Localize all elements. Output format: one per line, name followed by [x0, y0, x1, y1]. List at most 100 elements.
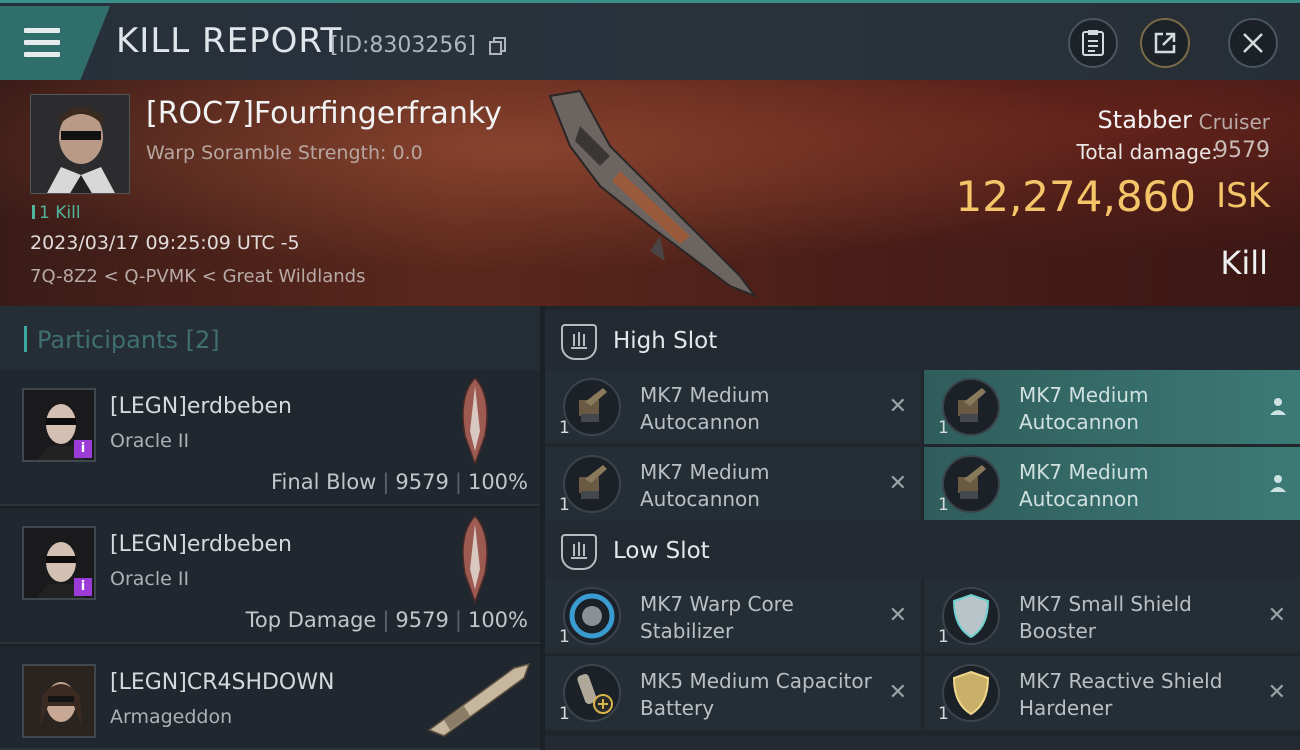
destroyed-x-icon: ✕	[888, 680, 907, 705]
destroyed-x-icon: ✕	[888, 603, 907, 628]
low-slot-title: Low Slot	[613, 538, 710, 564]
low-slot-icon	[561, 534, 597, 570]
module-name: MK7 Reactive Shield Hardener	[1019, 669, 1223, 720]
participant-ship: Oracle II	[110, 568, 190, 590]
participant-avatar[interactable]: i	[22, 388, 96, 462]
high-slot-header: High Slot	[545, 310, 1300, 370]
module-item[interactable]: 1 MK7 Warp Core Stabilizer ✕	[545, 579, 921, 653]
user-icon	[1270, 475, 1286, 492]
copy-icon[interactable]	[488, 36, 508, 56]
total-damage-value: 9579	[1214, 138, 1270, 163]
participant-stats: Top Damage | 9579 | 100%	[245, 608, 528, 632]
low-slot-header: Low Slot	[545, 520, 1300, 580]
participant-badge: i	[74, 578, 92, 596]
user-icon	[1270, 398, 1286, 415]
participant-row[interactable]: i [LEGN]erdbeben Oracle II Final Blow | 95…	[0, 370, 540, 506]
warp-core-stabilizer-icon	[563, 587, 621, 645]
kill-count-label: 1 Kill	[39, 203, 81, 223]
module-quantity: 1	[938, 495, 949, 515]
participants-header: Participants [2]	[0, 306, 540, 370]
destroyed-x-icon: ✕	[888, 471, 907, 496]
participant-role: Final Blow	[271, 470, 377, 494]
participant-row[interactable]: [LEGN]CR4SHDOWN Armageddon	[0, 646, 540, 750]
participant-role: Top Damage	[245, 608, 377, 632]
export-icon	[1154, 32, 1176, 54]
victim-name: [ROC7]Fourfingerfranky	[146, 96, 502, 131]
participant-percent: 100%	[467, 608, 528, 632]
fitting-panel: High Slot 1 MK7 Medium Autocannon ✕ 1 MK…	[545, 306, 1300, 750]
module-item[interactable]: 1 MK7 Medium Autocannon ✕	[545, 447, 921, 521]
module-item[interactable]: 1 MK7 Reactive Shield Hardener ✕	[924, 656, 1300, 730]
participant-badge: i	[74, 440, 92, 458]
participant-ship: Oracle II	[110, 430, 190, 452]
destroyed-x-icon: ✕	[1267, 603, 1286, 628]
module-item[interactable]: 1 MK7 Medium Autocannon ✕	[545, 370, 921, 444]
participant-ship-image	[462, 376, 488, 466]
participant-avatar[interactable]	[22, 664, 96, 738]
victim-banner: [ROC7]Fourfingerfranky Warp Soramble Str…	[0, 80, 1300, 306]
participant-damage: 9579	[395, 470, 449, 494]
module-item[interactable]: 1 MK7 Medium Autocannon	[924, 370, 1300, 444]
report-id: [ID:8303256]	[330, 33, 476, 58]
module-name: MK7 Medium Autocannon	[640, 383, 770, 434]
participants-title-label: Participants	[37, 326, 178, 354]
module-item[interactable]: 1 MK7 Medium Autocannon	[924, 447, 1300, 521]
autocannon-icon	[563, 378, 621, 436]
module-quantity: 1	[938, 704, 949, 724]
ship-class: Cruiser	[1198, 110, 1270, 134]
module-quantity: 1	[938, 627, 949, 647]
header-bar: KILL REPORT [ID:8303256]	[0, 0, 1300, 83]
participant-ship: Armageddon	[110, 706, 233, 728]
high-slot-icon	[561, 324, 597, 360]
total-damage-label: Total damage:	[1076, 140, 1219, 164]
autocannon-icon	[942, 455, 1000, 513]
module-name: MK7 Medium Autocannon	[1019, 460, 1149, 511]
export-button[interactable]	[1140, 18, 1190, 68]
ship-name: Stabber	[1097, 106, 1192, 134]
kill-datetime: 2023/03/17 09:25:09 UTC -5	[30, 232, 300, 254]
module-name: MK7 Medium Autocannon	[1019, 383, 1149, 434]
module-item[interactable]: 1 MK7 Small Shield Booster ✕	[924, 579, 1300, 653]
participants-title: Participants [2]	[24, 326, 220, 354]
participant-row[interactable]: i [LEGN]erdbeben Oracle II Top Damage | 95…	[0, 508, 540, 644]
kill-location: 7Q-8Z2 < Q-PVMK < Great Wildlands	[30, 266, 366, 287]
shield-booster-icon	[942, 587, 1000, 645]
participant-name: [LEGN]erdbeben	[110, 394, 292, 419]
participant-damage: 9579	[395, 608, 449, 632]
clipboard-icon	[1082, 30, 1104, 56]
module-name: MK5 Medium Capacitor Battery	[640, 669, 872, 720]
destroyed-x-icon: ✕	[888, 394, 907, 419]
module-quantity: 1	[559, 418, 570, 438]
module-quantity: 1	[559, 627, 570, 647]
module-name: MK7 Medium Autocannon	[640, 460, 770, 511]
module-name: MK7 Small Shield Booster	[1019, 592, 1192, 643]
module-name: MK7 Warp Core Stabilizer	[640, 592, 794, 643]
destroyed-x-icon: ✕	[1267, 680, 1286, 705]
clipboard-button[interactable]	[1068, 18, 1118, 68]
autocannon-icon	[563, 455, 621, 513]
menu-icon	[24, 28, 60, 58]
outcome-label: Kill	[1220, 244, 1268, 282]
menu-button[interactable]	[0, 6, 110, 83]
module-quantity: 1	[559, 704, 570, 724]
participants-count: [2]	[185, 326, 220, 354]
victim-avatar[interactable]	[30, 94, 130, 194]
capacitor-battery-icon	[563, 664, 621, 722]
participant-stats: Final Blow | 9579 | 100%	[271, 470, 528, 494]
kill-count: 1 Kill	[32, 203, 81, 223]
close-icon	[1243, 33, 1263, 53]
participant-ship-image	[462, 514, 488, 604]
module-quantity: 1	[559, 495, 570, 515]
participant-name: [LEGN]CR4SHDOWN	[110, 670, 335, 695]
next-slot-header-partial	[545, 736, 1300, 750]
shield-hardener-icon	[942, 664, 1000, 722]
participant-avatar[interactable]: i	[22, 526, 96, 600]
module-quantity: 1	[938, 418, 949, 438]
victim-ship-image	[548, 89, 758, 299]
participant-ship-image	[427, 662, 531, 737]
module-item[interactable]: 1 MK5 Medium Capacitor Battery ✕	[545, 656, 921, 730]
page-title: KILL REPORT	[116, 21, 343, 61]
participant-name: [LEGN]erdbeben	[110, 532, 292, 557]
close-button[interactable]	[1228, 18, 1278, 68]
isk-label: ISK	[1216, 176, 1270, 216]
